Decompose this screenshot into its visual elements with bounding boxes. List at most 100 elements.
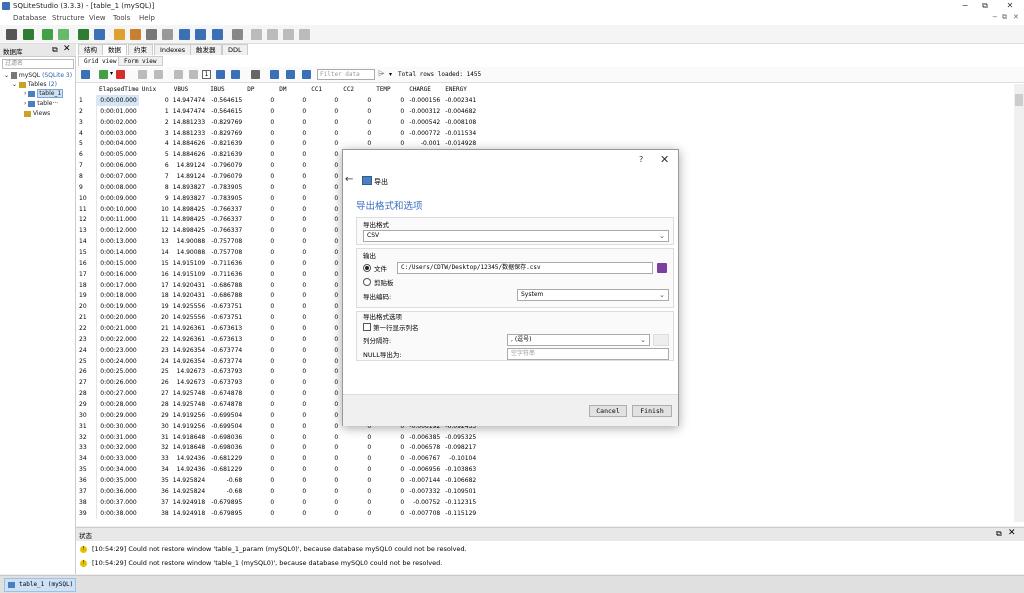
grid-cell[interactable]: 7 <box>139 171 171 182</box>
grid-cell[interactable]: 0 <box>244 345 276 356</box>
grid-cell[interactable]: 0 <box>276 312 308 323</box>
grid-cell[interactable]: 14.947474 <box>171 106 207 117</box>
grid-cell[interactable]: 0 <box>308 508 340 519</box>
grid-cell[interactable]: 37 <box>139 497 171 508</box>
grid-cell[interactable]: 0:00:29.000 <box>96 410 139 421</box>
grid-cell[interactable]: 8 <box>139 182 171 193</box>
grid-cell[interactable]: 0 <box>276 290 308 301</box>
grid-cell[interactable]: 0 <box>244 388 276 399</box>
grid-cell[interactable]: 0 <box>244 432 276 443</box>
filter-mode-icon[interactable]: ⩥ <box>378 69 384 79</box>
grid-cell[interactable]: 0 <box>308 138 340 149</box>
grid-cell[interactable]: -0.000772 <box>406 128 442 139</box>
grid-cell[interactable]: 0 <box>308 443 340 454</box>
grid-cell[interactable]: -0.673613 <box>207 334 244 345</box>
grid-cell[interactable]: 0:00:16.000 <box>96 269 139 280</box>
grid-cell[interactable]: 0 <box>244 204 276 215</box>
file-path-input[interactable]: C:/Users/CDTW/Desktop/12345/数据保存.csv <box>397 262 653 274</box>
grid-cell[interactable]: 0:00:13.000 <box>96 236 139 247</box>
grid-cell[interactable]: 0 <box>340 508 373 519</box>
grid-cell[interactable]: -0.106682 <box>442 475 478 486</box>
wrench-icon[interactable] <box>232 29 243 40</box>
grid-cell[interactable]: 10 <box>139 204 171 215</box>
populate-icon[interactable] <box>212 29 223 40</box>
grid-cell[interactable]: 11 <box>139 214 171 225</box>
grid-cell[interactable]: 0 <box>276 356 308 367</box>
grid-cell[interactable]: -0.673793 <box>207 366 244 377</box>
grid-cell[interactable]: 0 <box>244 356 276 367</box>
grid-cell[interactable]: 1 <box>139 106 171 117</box>
grid-cell[interactable]: -0.783905 <box>207 193 244 204</box>
grid-cell[interactable]: -0.757708 <box>207 247 244 258</box>
grid-cell[interactable]: -0.103863 <box>442 464 478 475</box>
grid-cell[interactable]: 0 <box>308 421 340 432</box>
grid-cell[interactable]: 14.893827 <box>171 193 207 204</box>
grid-cell[interactable]: 0 <box>308 280 340 291</box>
scrollbar-thumb[interactable] <box>1015 94 1023 106</box>
grid-cell[interactable]: 0:00:33.000 <box>96 453 139 464</box>
grid-cell[interactable]: 0 <box>244 323 276 334</box>
grid-cell[interactable]: 29 <box>139 410 171 421</box>
export-icon[interactable] <box>286 70 295 79</box>
grid-cell[interactable]: 0 <box>373 443 406 454</box>
vertical-scrollbar[interactable] <box>1014 84 1024 522</box>
grid-cell[interactable]: 14.918648 <box>171 432 207 443</box>
grid-cell[interactable]: 14.918648 <box>171 443 207 454</box>
grid-cell[interactable]: 0 <box>244 486 276 497</box>
grid-cell[interactable]: 0 <box>340 464 373 475</box>
grid-cell[interactable]: 0 <box>308 247 340 258</box>
tree-table-1[interactable]: › table_1 <box>24 89 64 98</box>
grid-cell[interactable]: 0:00:01.000 <box>96 106 139 117</box>
grid-cell[interactable]: -0.686788 <box>207 290 244 301</box>
menu-database[interactable]: Database <box>13 14 46 22</box>
grid-cell[interactable]: 0 <box>244 258 276 269</box>
grid-cell[interactable]: 0 <box>308 258 340 269</box>
grid-cell[interactable]: 0:00:24.000 <box>96 356 139 367</box>
grid-cell[interactable]: 0 <box>308 225 340 236</box>
grid-cell[interactable]: 0 <box>373 117 406 128</box>
grid-cell[interactable]: 0 <box>340 106 373 117</box>
column-header[interactable]: IBUS <box>207 84 245 95</box>
file-radio[interactable] <box>363 264 371 272</box>
grid-cell[interactable]: 0 <box>244 160 276 171</box>
grid-cell[interactable]: 14.926361 <box>171 334 207 345</box>
grid-cell[interactable]: 0 <box>373 95 406 106</box>
grid-cell[interactable]: -0.00752 <box>406 497 442 508</box>
grid-cell[interactable]: 0:00:00.000 <box>96 95 139 106</box>
grid-cell[interactable]: 14.893827 <box>171 182 207 193</box>
grid-cell[interactable]: 0 <box>244 290 276 301</box>
grid-cell[interactable]: 0 <box>308 269 340 280</box>
grid-cell[interactable]: 0 <box>340 497 373 508</box>
grid-cell[interactable]: 14.92673 <box>171 366 207 377</box>
grid-cell[interactable]: 14.92436 <box>171 453 207 464</box>
grid-cell[interactable]: 0 <box>244 453 276 464</box>
grid-cell[interactable]: 0 <box>276 508 308 519</box>
grid-cell[interactable]: 14.92436 <box>171 464 207 475</box>
grid-cell[interactable]: -0.681229 <box>207 464 244 475</box>
grid-cell[interactable]: 0 <box>308 486 340 497</box>
grid-cell[interactable]: 0:00:37.000 <box>96 497 139 508</box>
grid-cell[interactable]: 0 <box>308 182 340 193</box>
grid-cell[interactable]: 33 <box>139 453 171 464</box>
delete-row-icon[interactable] <box>116 70 125 79</box>
grid-cell[interactable]: -0.674878 <box>207 388 244 399</box>
grid-cell[interactable]: 0 <box>244 106 276 117</box>
encoding-select[interactable]: System ⌄ <box>517 289 669 301</box>
grid-cell[interactable]: -0.006385 <box>406 432 442 443</box>
grid-cell[interactable]: 0 <box>276 453 308 464</box>
grid-cell[interactable]: 0 <box>276 149 308 160</box>
dropdown-icon[interactable]: ▾ <box>110 70 113 77</box>
column-header[interactable]: TEMP <box>373 84 407 95</box>
grid-cell[interactable]: 14.881233 <box>171 117 207 128</box>
rollback-icon[interactable] <box>154 70 163 79</box>
grid-cell[interactable]: 22 <box>139 334 171 345</box>
grid-cell[interactable]: 0 <box>244 312 276 323</box>
grid-cell[interactable]: 0 <box>276 475 308 486</box>
grid-cell[interactable]: 17 <box>139 280 171 291</box>
grid-cell[interactable]: 0 <box>276 269 308 280</box>
grid-cell[interactable]: -0.112315 <box>442 497 478 508</box>
grid-cell[interactable]: 0 <box>373 106 406 117</box>
insert-row-icon[interactable] <box>99 70 108 79</box>
menu-help[interactable]: Help <box>139 14 155 22</box>
grid-cell[interactable]: 0 <box>276 334 308 345</box>
